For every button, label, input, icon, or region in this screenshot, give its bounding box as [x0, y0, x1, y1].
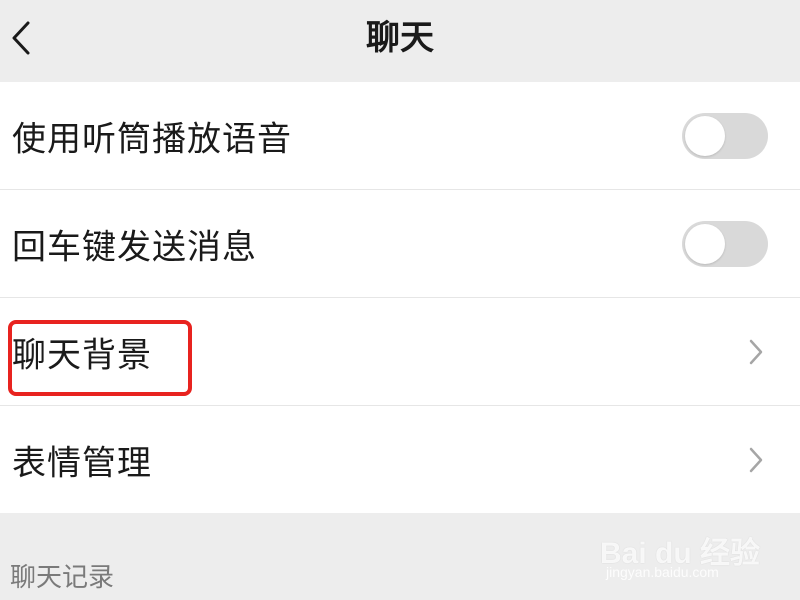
toggle-knob: [685, 223, 725, 264]
setting-label: 使用听筒播放语音: [12, 119, 292, 159]
enter-send-toggle[interactable]: [682, 220, 768, 267]
setting-row-sticker-manage[interactable]: 表情管理: [0, 406, 800, 513]
page-title: 聊天: [366, 18, 434, 58]
chat-settings-page: 聊天 使用听筒播放语音 回车键发送消息 聊天背景 表情管理 聊天记录 Bai d…: [0, 0, 800, 600]
setting-label: 表情管理: [12, 443, 152, 483]
toggle-knob: [685, 115, 725, 156]
setting-row-chat-background[interactable]: 聊天背景: [0, 298, 800, 406]
settings-list: 使用听筒播放语音 回车键发送消息 聊天背景 表情管理: [0, 82, 800, 513]
nav-bar: 聊天: [0, 0, 800, 80]
section-header-chat-history: 聊天记录: [0, 518, 800, 600]
section-label: 聊天记录: [10, 563, 115, 593]
setting-row-earpiece[interactable]: 使用听筒播放语音: [0, 82, 800, 190]
earpiece-toggle[interactable]: [682, 112, 768, 159]
setting-label: 回车键发送消息: [12, 227, 257, 267]
setting-label: 聊天背景: [12, 335, 152, 375]
setting-row-enter-send[interactable]: 回车键发送消息: [0, 190, 800, 298]
chevron-right-icon: [749, 339, 763, 364]
chevron-right-icon: [749, 447, 763, 472]
